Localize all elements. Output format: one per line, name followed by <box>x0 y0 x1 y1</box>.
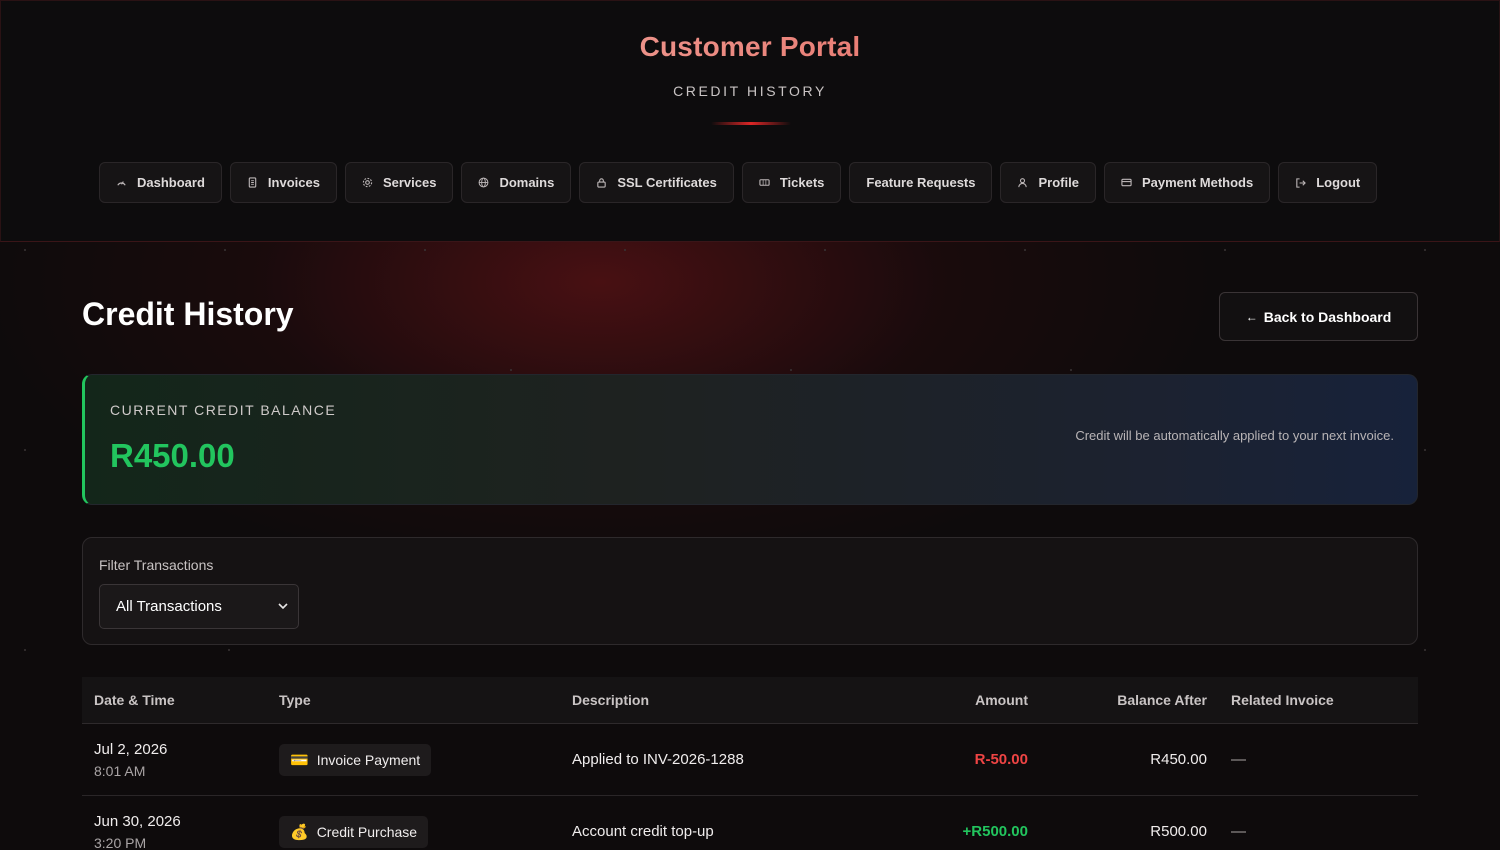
nav-label: SSL Certificates <box>617 175 717 190</box>
back-to-dashboard-button[interactable]: ← Back to Dashboard <box>1219 292 1418 341</box>
balance-amount: R450.00 <box>110 437 235 474</box>
column-header-balance-after: Balance After <box>1117 692 1207 708</box>
nav-label: Dashboard <box>137 175 205 190</box>
nav-ssl-certificates[interactable]: SSL Certificates <box>579 162 734 203</box>
nav-label: Tickets <box>779 175 825 190</box>
cell-date: Jul 2, 2026 <box>94 740 168 758</box>
ticket-icon <box>759 177 770 188</box>
nav-label: Profile <box>1038 175 1079 190</box>
credit-balance-card: CURRENT CREDIT BALANCE R450.00 Credit wi… <box>82 374 1418 505</box>
transactions-table: Date & Time Type Description Amount Bala… <box>82 677 1418 850</box>
column-header-description: Description <box>572 692 650 708</box>
cell-type: 💰 Credit Purchase <box>267 815 560 848</box>
column-header-type: Type <box>279 692 311 708</box>
arrow-left-icon: ← <box>1245 309 1258 324</box>
table-row: Jun 30, 2026 3:20 PM 💰 Credit Purchase A… <box>82 796 1418 850</box>
credit-card-icon: 💳 <box>290 751 309 769</box>
nav-label: Feature Requests <box>866 175 976 190</box>
nav-label: Payment Methods <box>1141 175 1254 190</box>
column-header-date: Date & Time <box>94 692 175 708</box>
cell-type: 💳 Invoice Payment <box>267 743 560 776</box>
nav-dashboard[interactable]: Dashboard <box>99 162 222 203</box>
cell-balance-after: R450.00 <box>1150 751 1207 768</box>
balance-note: Credit will be automatically applied to … <box>1075 428 1394 443</box>
nav-feature-requests[interactable]: Feature Requests <box>849 162 993 203</box>
nav-logout[interactable]: Logout <box>1278 162 1378 203</box>
nav-label: Logout <box>1316 175 1361 190</box>
column-header-amount: Amount <box>975 692 1028 708</box>
cell-amount: R-50.00 <box>974 751 1028 768</box>
cell-related-invoice: — <box>1231 823 1246 840</box>
back-button-label: Back to Dashboard <box>1263 308 1392 325</box>
cell-date: Jun 30, 2026 <box>94 812 181 830</box>
nav-label: Domains <box>499 175 555 190</box>
document-icon <box>247 177 258 188</box>
type-badge: 💰 Credit Purchase <box>279 815 429 848</box>
nav-profile[interactable]: Profile <box>1000 162 1096 203</box>
page: Customer Portal CREDIT HISTORY Dashboard… <box>0 0 1500 850</box>
page-title: Credit History <box>82 296 294 332</box>
filter-selected-value: All Transactions <box>116 598 222 615</box>
cell-time: 8:01 AM <box>94 762 146 779</box>
cell-balance-after: R500.00 <box>1150 823 1207 840</box>
cell-time: 3:20 PM <box>94 834 147 850</box>
lock-icon <box>596 177 607 188</box>
cell-description: Account credit top-up <box>572 823 714 840</box>
balance-label: CURRENT CREDIT BALANCE <box>110 402 337 418</box>
main-nav: Dashboard Invoices Services Domains SSL … <box>99 162 1378 203</box>
top-header: Customer Portal CREDIT HISTORY Dashboard… <box>0 0 1500 242</box>
money-bag-icon: 💰 <box>290 823 309 841</box>
globe-icon <box>478 177 489 188</box>
cell-description: Applied to INV-2026-1288 <box>572 751 744 768</box>
table-row: Jul 2, 2026 8:01 AM 💳 Invoice Payment Ap… <box>82 724 1418 796</box>
cell-related-invoice: — <box>1231 751 1246 768</box>
transaction-filter-select[interactable]: All Transactions <box>99 584 299 629</box>
logout-icon <box>1295 177 1307 188</box>
nav-invoices[interactable]: Invoices <box>229 162 337 203</box>
page-subtitle: CREDIT HISTORY <box>673 83 827 99</box>
nav-services[interactable]: Services <box>344 162 454 203</box>
table-header: Date & Time Type Description Amount Bala… <box>82 677 1418 724</box>
nav-label: Services <box>382 175 437 190</box>
nav-label: Invoices <box>267 175 320 190</box>
cell-amount: +R500.00 <box>962 823 1028 840</box>
type-label: Credit Purchase <box>316 823 418 840</box>
type-badge: 💳 Invoice Payment <box>279 743 432 776</box>
nav-tickets[interactable]: Tickets <box>741 162 842 203</box>
gear-icon <box>362 177 373 188</box>
filter-label: Filter Transactions <box>99 557 214 573</box>
credit-card-icon <box>1121 177 1132 188</box>
title-underline <box>711 122 791 125</box>
column-header-related-invoice: Related Invoice <box>1231 692 1334 708</box>
nav-domains[interactable]: Domains <box>461 162 572 203</box>
nav-payment-methods[interactable]: Payment Methods <box>1103 162 1271 203</box>
cell-datetime: Jun 30, 2026 3:20 PM <box>82 813 267 850</box>
dashboard-gauge-icon <box>116 177 127 188</box>
type-label: Invoice Payment <box>316 751 421 768</box>
brand-title: Customer Portal <box>1 31 1499 63</box>
user-icon <box>1017 177 1028 188</box>
chevron-down-icon <box>278 601 288 613</box>
filter-card: Filter Transactions All Transactions <box>82 537 1418 645</box>
cell-datetime: Jul 2, 2026 8:01 AM <box>82 741 267 779</box>
